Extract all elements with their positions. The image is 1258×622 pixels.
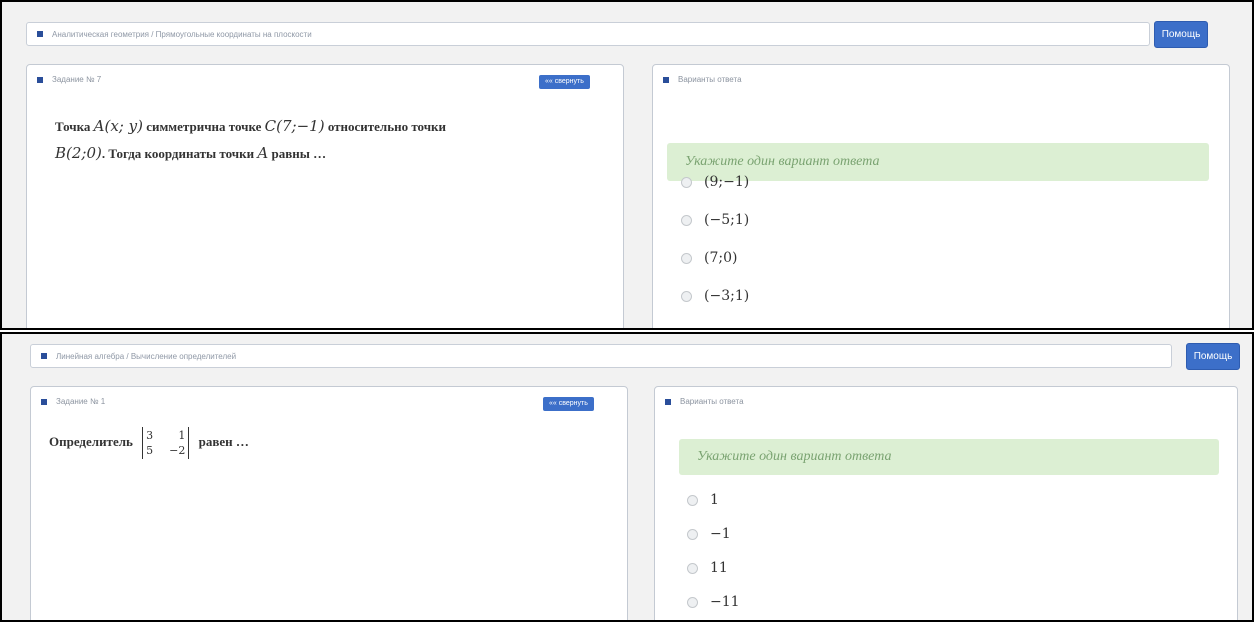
- question-word: Точка: [55, 119, 91, 134]
- answer-option[interactable]: 1: [687, 483, 740, 517]
- answer-option[interactable]: (9;−1): [681, 163, 749, 201]
- answer-options: (9;−1) (−5;1) (7;0) (−3;1): [681, 163, 749, 315]
- question-word: симметрична точке: [146, 119, 262, 134]
- determinant-matrix: 3 1 5 −2: [142, 427, 190, 459]
- breadcrumb-text[interactable]: Линейная алгебра / Вычисление определите…: [56, 352, 236, 361]
- radio-button[interactable]: [681, 252, 692, 264]
- breadcrumb: Аналитическая геометрия / Прямоугольные …: [26, 22, 1150, 46]
- panel-bullet-icon: [37, 76, 43, 83]
- matrix-cell: 3: [146, 429, 154, 442]
- answers-title: Варианты ответа: [678, 75, 742, 84]
- question-text: Определитель 3 1 5 −2 равен …: [49, 427, 249, 459]
- minimize-button[interactable]: «« свернуть: [539, 75, 590, 89]
- radio-button[interactable]: [681, 176, 692, 188]
- option-label[interactable]: (−3;1): [704, 288, 749, 304]
- question-word: равен …: [198, 433, 249, 449]
- answer-option[interactable]: −1: [687, 517, 740, 551]
- option-label[interactable]: (7;0): [704, 250, 737, 266]
- answer-option[interactable]: (−5;1): [681, 201, 749, 239]
- point-c: C(7;−1): [264, 117, 325, 135]
- radio-button[interactable]: [687, 562, 698, 574]
- matrix-cell: 1: [178, 429, 186, 442]
- screenshot-bottom: Линейная алгебра / Вычисление определите…: [0, 332, 1254, 622]
- breadcrumb-text[interactable]: Аналитическая геометрия / Прямоугольные …: [52, 30, 312, 39]
- panel-bullet-icon: [663, 76, 669, 83]
- point-b: B(2;0): [55, 144, 102, 162]
- question-word: равны …: [271, 146, 327, 161]
- task-panel: Задание № 7 «« свернуть Точка A(x; y) си…: [26, 64, 624, 328]
- question-word: . Тогда координаты точки: [101, 146, 255, 161]
- point-a-ref: A: [257, 144, 269, 162]
- answer-option[interactable]: (7;0): [681, 239, 749, 277]
- answer-options: 1 −1 11 −11: [687, 483, 740, 619]
- panel-bullet-icon: [665, 398, 671, 405]
- point-a: A(x; y): [93, 117, 143, 135]
- radio-button[interactable]: [681, 290, 692, 302]
- answer-option[interactable]: (−3;1): [681, 277, 749, 315]
- option-label[interactable]: (9;−1): [704, 174, 749, 190]
- answers-panel: Варианты ответа Укажите один вариант отв…: [654, 386, 1238, 620]
- radio-button[interactable]: [681, 214, 692, 226]
- answers-panel: Варианты ответа Укажите один вариант отв…: [652, 64, 1230, 328]
- answer-option[interactable]: 11: [687, 551, 740, 585]
- answer-hint: Укажите один вариант ответа: [679, 439, 1219, 475]
- answer-option[interactable]: −11: [687, 585, 740, 619]
- radio-button[interactable]: [687, 596, 698, 608]
- matrix-cell: 5: [146, 444, 154, 457]
- question-text: Точка A(x; y) симметрична точке C(7;−1) …: [55, 113, 446, 167]
- breadcrumb-bullet-icon: [41, 353, 47, 359]
- determinant-bar-right: [188, 427, 190, 459]
- panel-bullet-icon: [41, 398, 47, 405]
- option-label[interactable]: −1: [710, 526, 731, 542]
- breadcrumb-bullet-icon: [37, 31, 43, 37]
- screenshot-top: Аналитическая геометрия / Прямоугольные …: [0, 0, 1254, 330]
- help-button[interactable]: Помощь: [1186, 343, 1240, 370]
- help-button[interactable]: Помощь: [1154, 21, 1208, 48]
- task-title: Задание № 7: [52, 75, 102, 84]
- task-title: Задание № 1: [56, 397, 106, 406]
- question-word: относительно точки: [327, 119, 447, 134]
- matrix-cell: −2: [169, 444, 186, 457]
- minimize-button[interactable]: «« свернуть: [543, 397, 594, 411]
- option-label[interactable]: (−5;1): [704, 212, 749, 228]
- question-word: Определитель: [49, 433, 133, 449]
- option-label[interactable]: 11: [710, 560, 728, 576]
- radio-button[interactable]: [687, 494, 698, 506]
- radio-button[interactable]: [687, 528, 698, 540]
- option-label[interactable]: −11: [710, 594, 740, 610]
- breadcrumb: Линейная алгебра / Вычисление определите…: [30, 344, 1172, 368]
- option-label[interactable]: 1: [710, 492, 719, 508]
- task-panel: Задание № 1 «« свернуть Определитель 3 1…: [30, 386, 628, 620]
- answers-title: Варианты ответа: [680, 397, 744, 406]
